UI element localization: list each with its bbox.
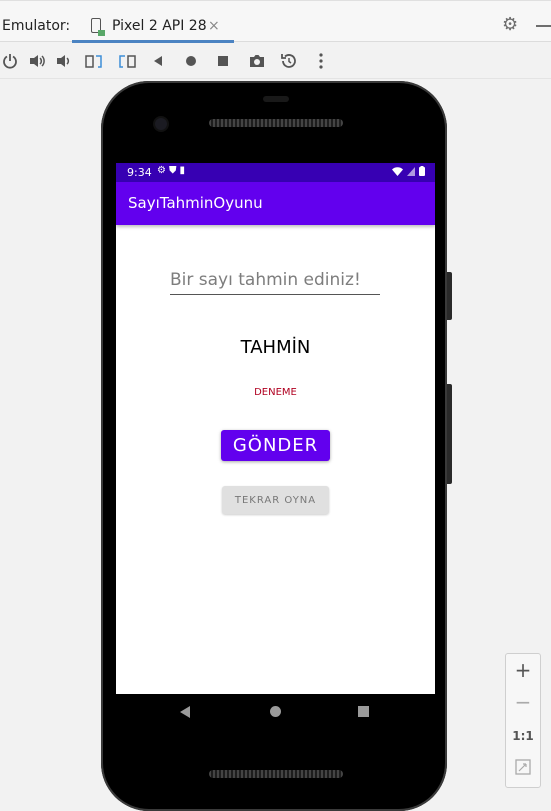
zoom-panel: + − 1:1 bbox=[505, 653, 541, 788]
camera-icon[interactable] bbox=[247, 51, 267, 71]
app-bar: SayıTahminOyunu bbox=[116, 182, 435, 225]
top-speaker bbox=[209, 119, 343, 127]
settings-icon: ⚙ bbox=[157, 165, 169, 176]
back-icon[interactable] bbox=[148, 51, 168, 71]
zoom-actual-size-button[interactable]: 1:1 bbox=[506, 729, 540, 743]
bottom-speaker bbox=[209, 770, 343, 778]
device-icon bbox=[91, 18, 105, 36]
signal-icon bbox=[407, 166, 415, 176]
volume-down-icon[interactable] bbox=[54, 51, 74, 71]
device-screen: 9:34 ⚙⛊▮ SayıTahminOyunu TAHMİN DENEME G… bbox=[116, 163, 435, 694]
submit-button[interactable]: GÖNDER bbox=[221, 430, 330, 461]
guess-input-field[interactable] bbox=[170, 266, 380, 295]
sd-card-icon: ▮ bbox=[179, 165, 188, 176]
volume-key[interactable] bbox=[447, 384, 452, 484]
tab-device-title: Pixel 2 API 28 bbox=[112, 18, 207, 34]
home-icon[interactable] bbox=[181, 51, 201, 71]
tab-device[interactable]: Pixel 2 API 28 × bbox=[72, 10, 234, 43]
system-icons bbox=[392, 166, 425, 176]
nav-home-icon[interactable] bbox=[270, 706, 281, 717]
zoom-in-button[interactable]: + bbox=[506, 658, 540, 682]
overview-icon[interactable] bbox=[213, 51, 233, 71]
shield-icon: ⛊ bbox=[168, 165, 180, 176]
close-icon[interactable]: × bbox=[208, 18, 220, 34]
nav-back-icon[interactable] bbox=[180, 706, 190, 718]
volume-up-icon[interactable] bbox=[28, 51, 48, 71]
front-camera-icon bbox=[155, 118, 167, 130]
app-title: SayıTahminOyunu bbox=[128, 194, 263, 212]
guess-input[interactable] bbox=[170, 266, 380, 294]
earpiece bbox=[263, 96, 289, 102]
rotate-left-icon[interactable] bbox=[84, 51, 104, 71]
result-label: DENEME bbox=[254, 387, 297, 398]
notification-icons: ⚙⛊▮ bbox=[157, 165, 188, 176]
wifi-icon bbox=[392, 166, 403, 176]
android-nav-bar bbox=[116, 694, 435, 734]
snapshot-icon[interactable] bbox=[279, 51, 299, 71]
replay-button[interactable]: TEKRAR OYNA bbox=[222, 486, 329, 514]
fit-screen-icon[interactable] bbox=[506, 759, 540, 779]
more-icon[interactable] bbox=[311, 51, 331, 71]
emulator-toolbar bbox=[0, 43, 551, 79]
emulator-label: Emulator: bbox=[2, 18, 71, 34]
nav-recents-icon[interactable] bbox=[358, 706, 369, 717]
guess-label: TAHMİN bbox=[240, 337, 311, 358]
status-bar: 9:34 ⚙⛊▮ bbox=[116, 163, 435, 182]
zoom-out-button[interactable]: − bbox=[506, 690, 540, 714]
hide-icon[interactable] bbox=[536, 25, 551, 27]
rotate-right-icon[interactable] bbox=[117, 51, 137, 71]
battery-icon bbox=[419, 166, 425, 176]
power-icon[interactable] bbox=[0, 51, 20, 71]
status-time: 9:34 bbox=[127, 166, 152, 179]
power-key[interactable] bbox=[447, 272, 452, 320]
gear-icon[interactable]: ⚙ bbox=[502, 16, 518, 34]
emulator-tabbar: Emulator: Pixel 2 API 28 × ⚙ bbox=[0, 0, 551, 43]
